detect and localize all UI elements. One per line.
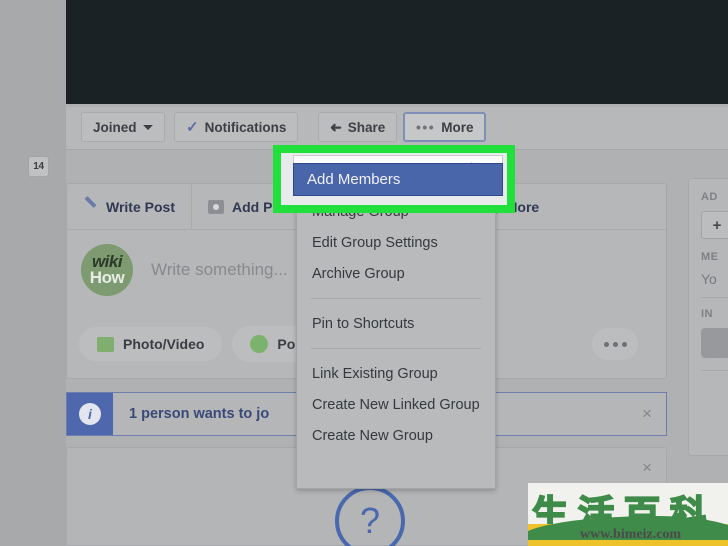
share-arrow-icon: ➜	[330, 118, 342, 135]
question-mark-icon: ?	[335, 486, 405, 546]
sidebar-heading-add: AD	[701, 191, 718, 203]
composer-tab-label: Write Post	[106, 198, 175, 215]
avatar-line-2: How	[89, 268, 125, 287]
notifications-label: Notifications	[204, 119, 287, 135]
watermark-url: www.bimeiz.com	[580, 527, 682, 542]
menu-item-add-members[interactable]: Add Members	[293, 163, 503, 196]
group-action-toolbar: Joined ✓ Notifications ➜ Share ••• More	[66, 107, 728, 150]
close-icon[interactable]: ×	[642, 458, 652, 478]
step-number-badge: 14	[28, 156, 49, 177]
ellipsis-icon	[621, 341, 627, 347]
photo-video-label: Photo/Video	[123, 336, 205, 352]
composer-input[interactable]: Write something...	[151, 260, 288, 280]
composer-overflow-button[interactable]	[592, 328, 638, 360]
highlight-annotation: Add Members	[273, 145, 515, 213]
photo-video-button[interactable]: Photo/Video	[79, 327, 223, 361]
divider	[701, 297, 728, 298]
right-sidebar: AD + ME Yo IN	[688, 178, 728, 456]
joined-label: Joined	[93, 119, 137, 135]
pencil-icon	[83, 199, 98, 214]
more-button[interactable]: ••• More	[403, 112, 487, 142]
menu-item[interactable]: Edit Group Settings	[297, 227, 495, 258]
photo-icon	[97, 336, 114, 352]
info-icon: i	[67, 393, 113, 435]
menu-item[interactable]: Pin to Shortcuts	[297, 308, 495, 339]
facebook-topbar	[66, 0, 728, 104]
share-label: Share	[347, 119, 386, 135]
sidebar-thumbnail[interactable]	[701, 328, 728, 358]
sidebar-heading-members: ME	[701, 251, 719, 263]
poll-icon	[250, 335, 269, 353]
poll-label: Po	[277, 336, 296, 352]
more-label: More	[441, 119, 474, 135]
sidebar-member-text: Yo	[701, 271, 717, 287]
watermark: 生活百科 www.bimeiz.com	[528, 483, 728, 546]
notifications-button[interactable]: ✓ Notifications	[174, 112, 299, 142]
menu-item[interactable]: Create New Linked Group	[297, 389, 495, 420]
join-request-text: 1 person wants to jo	[129, 406, 270, 422]
screenshot-root: 14 Joined ✓ Notifications ➜ Share ••• Mo…	[0, 0, 728, 546]
camera-icon	[207, 199, 224, 214]
ellipsis-icon	[612, 341, 618, 347]
menu-item[interactable]: Link Existing Group	[297, 358, 495, 389]
ellipsis-icon: •••	[416, 119, 436, 135]
add-button[interactable]: +	[701, 211, 728, 239]
share-button[interactable]: ➜ Share	[318, 112, 398, 142]
composer-tab-write-post[interactable]: Write Post	[67, 184, 191, 229]
menu-divider	[311, 298, 481, 299]
check-icon: ✓	[186, 119, 199, 136]
sidebar-heading-invite: IN	[701, 308, 713, 320]
close-icon[interactable]: ×	[642, 404, 652, 424]
avatar: wiki How	[81, 244, 133, 296]
menu-item[interactable]: Archive Group	[297, 258, 495, 289]
menu-divider	[311, 348, 481, 349]
menu-item[interactable]: Create New Group	[297, 420, 495, 451]
joined-button[interactable]: Joined	[81, 112, 165, 142]
divider	[701, 370, 728, 371]
ellipsis-icon	[603, 341, 609, 347]
chevron-down-icon	[142, 124, 153, 130]
